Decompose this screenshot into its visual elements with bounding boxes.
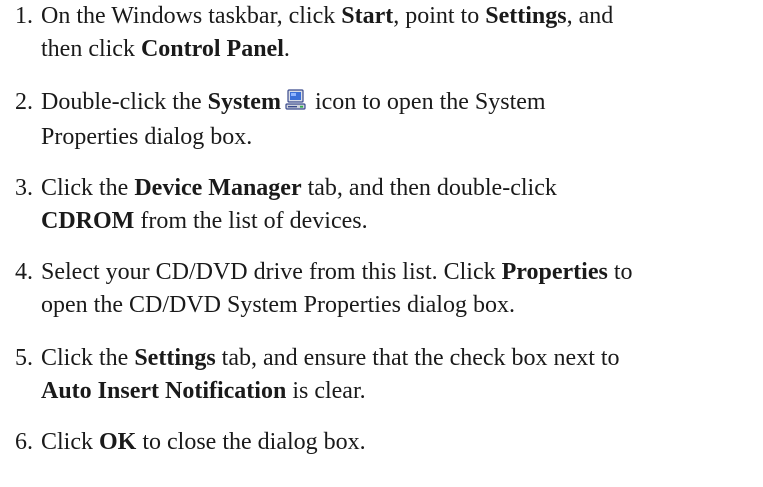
text-run: Double-click the [41,89,208,115]
bold-term-settings: Settings [485,3,567,29]
bold-term-control-panel: Control Panel [140,36,284,62]
text-run: Select your CD/DVD drive from this list.… [41,259,502,285]
step-line: Select your CD/DVD drive from this list.… [41,256,761,289]
step-number: 6. [15,429,33,455]
text-run: Properties dialog box. [41,124,253,150]
text-run: , and [566,3,614,29]
step-text: Click the Settings tab, and ensure that … [41,342,761,408]
step-line: Click the Device Manager tab, and then d… [41,172,761,205]
text-run: tab, and then double-click [301,175,557,201]
instruction-page: { "steps": [ { "number": "1.", "line1_a"… [0,0,763,487]
step-line: CDROM from the list of devices. [41,205,761,238]
bold-term-properties: Properties [501,259,608,285]
step-line: Double-click the System icon to open the… [41,86,761,121]
step-line: Click OK to close the dialog box. [41,426,761,459]
bold-term-device-manager: Device Manager [134,175,302,201]
bold-term-system: System [207,89,281,115]
step-number: 3. [15,175,33,201]
bold-term-auto-insert-notification: Auto Insert Notification [41,378,287,404]
step-line: Properties dialog box. [41,121,761,154]
text-run: Click the [41,175,135,201]
step-line: Auto Insert Notification is clear. [41,375,761,408]
step-text: Double-click the System icon to open the… [41,86,761,154]
text-run: Click the [41,345,135,371]
text-run: open the CD/DVD System Properties dialog… [41,292,515,318]
text-run: to close the dialog box. [136,429,366,455]
step-number: 4. [15,259,33,285]
bold-term-ok: OK [99,429,137,455]
step-number: 2. [15,89,33,115]
system-computer-icon [285,88,307,121]
text-run: to [607,259,633,285]
step-line: Click the Settings tab, and ensure that … [41,342,761,375]
step-number: 1. [15,3,33,29]
step-line: On the Windows taskbar, click Start, poi… [41,0,761,33]
text-run: icon to open the System [308,89,546,115]
text-run: then click [41,36,141,62]
text-run: tab, and ensure that the check box next … [215,345,620,371]
step-text: Click OK to close the dialog box. [41,426,761,459]
text-run: is clear. [286,378,366,404]
step-text: On the Windows taskbar, click Start, poi… [41,0,761,66]
step-text: Click the Device Manager tab, and then d… [41,172,761,238]
step-line: open the CD/DVD System Properties dialog… [41,289,761,322]
step-line: then click Control Panel. [41,33,761,66]
text-run: Click [41,429,99,455]
text-run: from the list of devices. [134,208,368,234]
step-number: 5. [15,345,33,371]
bold-term-cdrom: CDROM [41,208,135,234]
text-run: On the Windows taskbar, click [41,3,342,29]
text-run: , point to [393,3,486,29]
bold-term-start: Start [341,3,394,29]
bold-term-settings-tab: Settings [134,345,216,371]
step-text: Select your CD/DVD drive from this list.… [41,256,761,322]
text-run: . [283,36,290,62]
